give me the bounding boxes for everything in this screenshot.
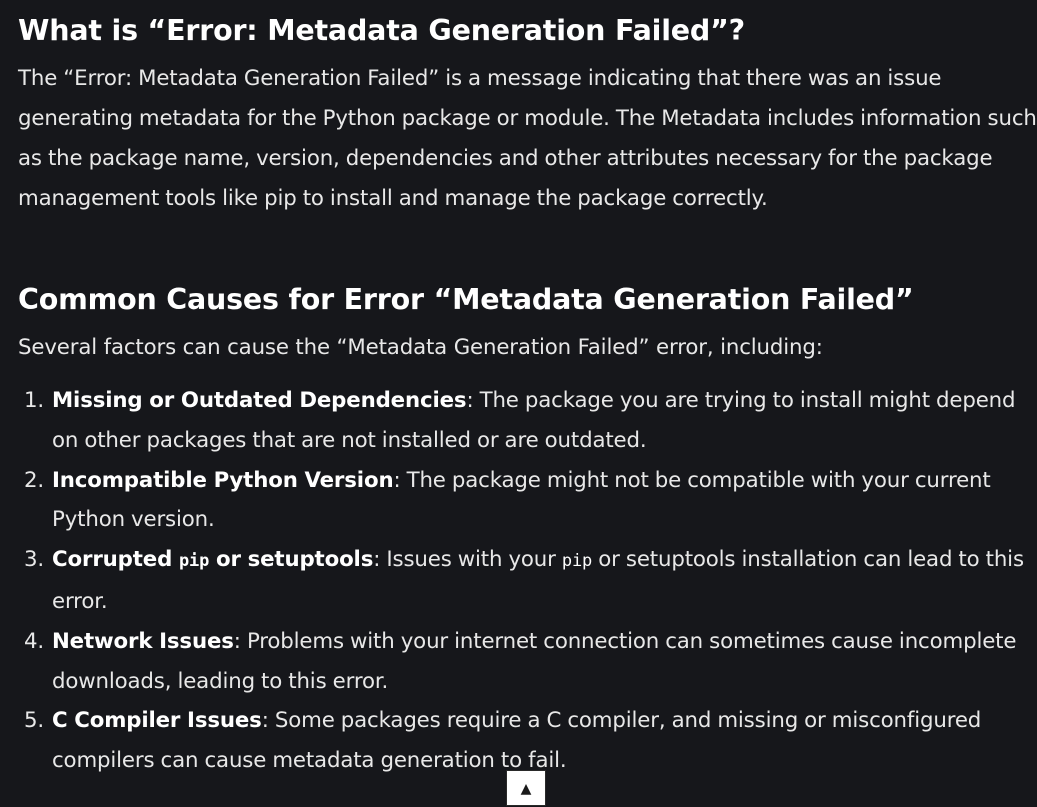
list-item: 2. Incompatible Python Version: The pack… [18, 461, 1030, 541]
list-item-number: 5. [24, 708, 45, 734]
causes-list: 1. Missing or Outdated Dependencies: The… [18, 381, 1030, 781]
list-item: 4. Network Issues: Problems with your in… [18, 622, 1030, 702]
section-heading-what-is: What is “Error: Metadata Generation Fail… [18, 14, 745, 47]
list-item-term: Missing or Outdated Dependencies [52, 388, 467, 413]
list-item-term: C Compiler Issues [52, 708, 262, 734]
intro-paragraph: The “Error: Metadata Generation Failed” … [18, 66, 1037, 211]
arrow-up-icon: ▲ [520, 781, 532, 797]
list-item-number: 1. [24, 388, 45, 413]
causes-lead-paragraph: Several factors can cause the “Metadata … [18, 335, 823, 360]
section-heading-common-causes: Common Causes for Error “Metadata Genera… [18, 283, 914, 316]
list-item-term: Corrupted pip or setuptools [52, 547, 373, 572]
inline-code-pip: pip [561, 551, 593, 572]
back-to-top-button[interactable]: ▲ [506, 770, 546, 806]
list-item: 1. Missing or Outdated Dependencies: The… [18, 381, 1030, 461]
inline-code-pip: pip [178, 551, 210, 572]
list-item-number: 2. [24, 467, 45, 493]
term-text: or setuptools [209, 547, 374, 573]
list-item: 3. Corrupted pip or setuptools: Issues w… [18, 540, 1030, 622]
list-item-term: Network Issues [52, 628, 234, 654]
list-item-number: 4. [24, 628, 45, 654]
term-text: Corrupted [52, 547, 179, 573]
list-item-text: : Issues with your [373, 547, 562, 573]
list-item-term: Incompatible Python Version [52, 467, 394, 493]
list-item-number: 3. [24, 547, 45, 573]
